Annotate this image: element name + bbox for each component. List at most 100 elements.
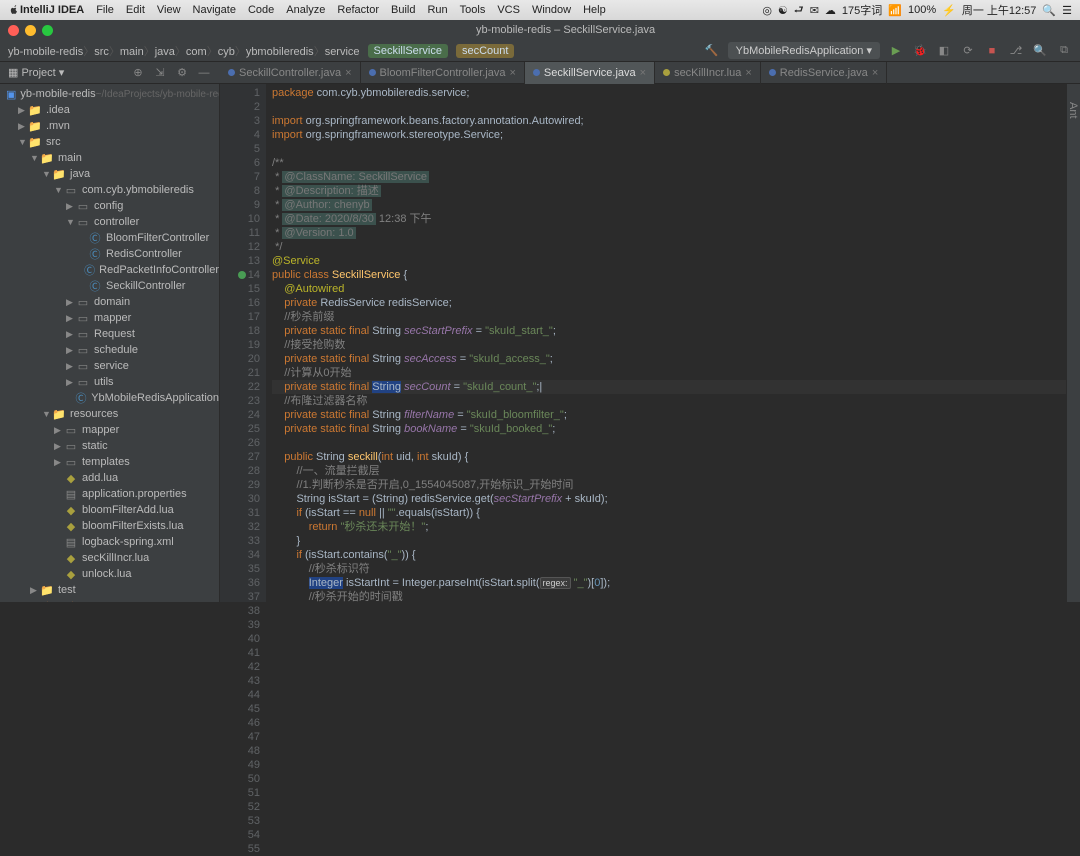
code-line[interactable]: //计算从0开始	[272, 366, 1066, 380]
code-line[interactable]	[272, 436, 1066, 450]
tree-item[interactable]: ▼📁src	[0, 134, 219, 150]
editor-tab[interactable]: secKillIncr.lua×	[655, 62, 761, 84]
line-number[interactable]: 29	[222, 478, 260, 492]
tray-icon[interactable]: ☯	[778, 4, 788, 17]
close-window-icon[interactable]	[8, 25, 19, 36]
tree-arrow-icon[interactable]: ▶	[30, 585, 40, 596]
wifi-icon[interactable]: 📶	[888, 4, 902, 17]
line-gutter[interactable]: 1234567891011121314151617181920212223242…	[220, 84, 266, 602]
run-config-selector[interactable]: YbMobileRedisApplication ▾	[728, 42, 880, 59]
code-line[interactable]	[272, 100, 1066, 114]
tree-item[interactable]: ▶▭static	[0, 438, 219, 454]
menu-help[interactable]: Help	[583, 4, 606, 16]
tree-arrow-icon[interactable]: ▶	[54, 457, 64, 468]
tree-item[interactable]: ▶▭mapper	[0, 422, 219, 438]
line-number[interactable]: 5	[222, 142, 260, 156]
tree-arrow-icon[interactable]: ▼	[42, 409, 52, 419]
tree-arrow-icon[interactable]: ▼	[54, 185, 64, 195]
menu-build[interactable]: Build	[391, 4, 415, 16]
editor-tab[interactable]: SeckillController.java×	[220, 62, 361, 84]
tree-arrow-icon[interactable]: ▼	[42, 169, 52, 179]
menu-view[interactable]: View	[157, 4, 181, 16]
tree-arrow-icon[interactable]: ▼	[66, 217, 76, 227]
debug-icon[interactable]: 🐞	[912, 43, 928, 59]
tree-item[interactable]: ◆secKillIncr.lua	[0, 550, 219, 566]
line-number[interactable]: 1	[222, 86, 260, 100]
code-line[interactable]: private static final String secAccess = …	[272, 352, 1066, 366]
line-number[interactable]: 19	[222, 338, 260, 352]
tree-item[interactable]: ▤application.properties	[0, 486, 219, 502]
code-line[interactable]: * @Version: 1.0	[272, 226, 1066, 240]
code-line[interactable]: private static final String secCount = "…	[272, 380, 1066, 394]
code-line[interactable]: private static final String filterName =…	[272, 408, 1066, 422]
tree-item[interactable]: ▣yb-mobile-redis ~/IdeaProjects/yb-mobil…	[0, 86, 219, 102]
line-number[interactable]: 32	[222, 520, 260, 534]
line-number[interactable]: 53	[222, 814, 260, 828]
class-tag[interactable]: SeckillService	[368, 44, 448, 58]
code-line[interactable]: Integer isStartInt = Integer.parseInt(is…	[272, 576, 1066, 590]
zoom-window-icon[interactable]	[42, 25, 53, 36]
code-area[interactable]: package com.cyb.ybmobileredis.service; i…	[266, 84, 1066, 602]
line-number[interactable]: 26	[222, 436, 260, 450]
menu-run[interactable]: Run	[427, 4, 447, 16]
tree-item[interactable]: ⒸYbMobileRedisApplication	[0, 390, 219, 406]
tree-item[interactable]: ▼📁main	[0, 150, 219, 166]
line-number[interactable]: 54	[222, 828, 260, 842]
tree-arrow-icon[interactable]: ▶	[66, 201, 76, 212]
line-number[interactable]: 43	[222, 674, 260, 688]
code-line[interactable]: //布隆过滤器名称	[272, 394, 1066, 408]
menu-code[interactable]: Code	[248, 4, 274, 16]
close-icon[interactable]: ×	[345, 67, 351, 79]
line-number[interactable]: 46	[222, 716, 260, 730]
tree-item[interactable]: ▤logback-spring.xml	[0, 534, 219, 550]
tree-item[interactable]: ▶📁.mvn	[0, 118, 219, 134]
line-number[interactable]: 2	[222, 100, 260, 114]
project-tree[interactable]: ▣yb-mobile-redis ~/IdeaProjects/yb-mobil…	[0, 84, 220, 602]
line-number[interactable]: 12	[222, 240, 260, 254]
tree-arrow-icon[interactable]: ▶	[18, 121, 28, 132]
line-number[interactable]: 28	[222, 464, 260, 478]
line-number[interactable]: 39	[222, 618, 260, 632]
minimize-window-icon[interactable]	[25, 25, 36, 36]
editor-tab[interactable]: BloomFilterController.java×	[361, 62, 525, 84]
code-line[interactable]: */	[272, 240, 1066, 254]
tree-item[interactable]: ▶▭service	[0, 358, 219, 374]
code-line[interactable]: //秒杀标识符	[272, 562, 1066, 576]
code-line[interactable]: //秒杀开始的时间戳	[272, 590, 1066, 602]
line-number[interactable]: 22	[222, 380, 260, 394]
tree-item[interactable]: ⒸRedPacketInfoController	[0, 262, 219, 278]
project-tool-header[interactable]: ▦ Project ▾ ⊕ ⇲ ⚙ —	[0, 65, 220, 81]
code-line[interactable]: /**	[272, 156, 1066, 170]
code-line[interactable]: public class SeckillService {	[272, 268, 1066, 282]
code-line[interactable]: public String seckill(int uid, int skuId…	[272, 450, 1066, 464]
menu-refactor[interactable]: Refactor	[337, 4, 379, 16]
line-number[interactable]: 52	[222, 800, 260, 814]
menu-navigate[interactable]: Navigate	[193, 4, 236, 16]
tree-item[interactable]: ▼📁java	[0, 166, 219, 182]
code-line[interactable]: //1.判断秒杀是否开启,0_1554045087,开始标识_开始时间	[272, 478, 1066, 492]
tray-icon[interactable]: ☁	[825, 4, 836, 17]
tree-item[interactable]: ◆bloomFilterExists.lua	[0, 518, 219, 534]
code-line[interactable]	[272, 142, 1066, 156]
line-number[interactable]: 17	[222, 310, 260, 324]
hide-icon[interactable]: —	[196, 65, 212, 81]
line-number[interactable]: 16	[222, 296, 260, 310]
line-number[interactable]: 14	[222, 268, 260, 282]
breadcrumb-item[interactable]: yb-mobile-redis	[8, 46, 83, 58]
menu-analyze[interactable]: Analyze	[286, 4, 325, 16]
method-tag[interactable]: secCount	[456, 44, 514, 58]
tree-item[interactable]: ▶▭domain	[0, 294, 219, 310]
code-line[interactable]: //接受抢购数	[272, 338, 1066, 352]
line-number[interactable]: 44	[222, 688, 260, 702]
code-line[interactable]: //一、流量拦截层	[272, 464, 1066, 478]
code-line[interactable]: @Service	[272, 254, 1066, 268]
profile-icon[interactable]: ⟳	[960, 43, 976, 59]
tree-item[interactable]: ▶📁.idea	[0, 102, 219, 118]
tree-item[interactable]: ▶▭schedule	[0, 342, 219, 358]
breadcrumb-item[interactable]: ybmobileredis	[246, 46, 314, 58]
coverage-icon[interactable]: ◧	[936, 43, 952, 59]
breadcrumb-item[interactable]: main	[120, 46, 144, 58]
tray-icon[interactable]: ◎	[762, 4, 772, 17]
tree-item[interactable]: ▼▭controller	[0, 214, 219, 230]
tree-item[interactable]: ◆unlock.lua	[0, 566, 219, 582]
